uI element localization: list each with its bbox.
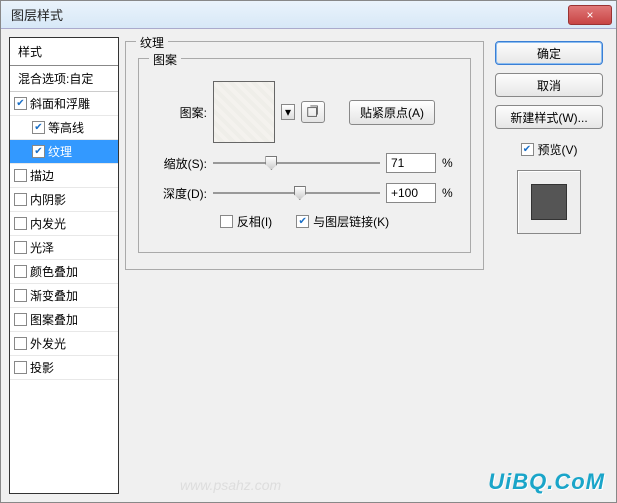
preview-checkbox[interactable]: 预览(V) [521,141,578,158]
style-item-label: 投影 [30,359,54,376]
checkbox-icon[interactable] [14,313,27,326]
invert-checkbox[interactable]: 反相(I) [220,213,272,230]
texture-legend: 纹理 [136,34,168,51]
pattern-label: 图案: [151,104,207,121]
scale-slider[interactable] [213,154,380,172]
style-item[interactable]: 渐变叠加 [10,284,118,308]
checkbox-icon [296,215,309,228]
pattern-legend: 图案 [149,51,181,68]
checkbox-icon[interactable] [14,289,27,302]
pattern-dropdown-button[interactable]: ▾ [281,104,295,120]
link-label: 与图层链接(K) [313,213,389,230]
preview-swatch [517,170,581,234]
slider-thumb[interactable] [265,156,277,170]
depth-row: 深度(D): % [151,183,458,203]
right-pane: 确定 取消 新建样式(W)... 预览(V) [490,37,608,494]
style-list: 斜面和浮雕等高线纹理描边内阴影内发光光泽颜色叠加渐变叠加图案叠加外发光投影 [10,92,118,493]
style-sidebar: 样式 混合选项:自定 斜面和浮雕等高线纹理描边内阴影内发光光泽颜色叠加渐变叠加图… [9,37,119,494]
style-item-label: 等高线 [48,119,84,136]
style-item-label: 纹理 [48,143,72,160]
scale-input[interactable] [386,153,436,173]
style-item-label: 内发光 [30,215,66,232]
scale-unit: % [442,156,458,170]
style-item-label: 光泽 [30,239,54,256]
style-item[interactable]: 光泽 [10,236,118,260]
dialog-title: 图层样式 [11,5,568,24]
checkbox-icon [521,143,534,156]
close-button[interactable]: × [568,5,612,25]
checkbox-icon [220,215,233,228]
style-item-label: 渐变叠加 [30,287,78,304]
checkbox-icon[interactable] [14,193,27,206]
slider-thumb[interactable] [294,186,306,200]
ok-button[interactable]: 确定 [495,41,603,65]
checkbox-icon[interactable] [14,241,27,254]
style-item-label: 颜色叠加 [30,263,78,280]
new-preset-icon [306,105,320,119]
checkbox-icon[interactable] [32,145,45,158]
dialog-body: 样式 混合选项:自定 斜面和浮雕等高线纹理描边内阴影内发光光泽颜色叠加渐变叠加图… [1,29,616,502]
style-item[interactable]: 内阴影 [10,188,118,212]
pattern-subgroup: 图案 图案: ▾ 贴紧原点(A) 缩放(S): [138,58,471,253]
checkbox-icon[interactable] [14,97,27,110]
pattern-row: 图案: ▾ 贴紧原点(A) [151,81,458,143]
titlebar[interactable]: 图层样式 × [1,1,616,29]
checkbox-icon[interactable] [14,361,27,374]
depth-label: 深度(D): [151,185,207,202]
options-row: 反相(I) 与图层链接(K) [151,213,458,230]
depth-slider[interactable] [213,184,380,202]
checkbox-icon[interactable] [14,265,27,278]
new-style-button[interactable]: 新建样式(W)... [495,105,603,129]
blend-options[interactable]: 混合选项:自定 [10,66,118,92]
pattern-swatch[interactable] [213,81,275,143]
cancel-button[interactable]: 取消 [495,73,603,97]
style-item-label: 内阴影 [30,191,66,208]
sidebar-header[interactable]: 样式 [10,38,118,66]
scale-row: 缩放(S): % [151,153,458,173]
depth-input[interactable] [386,183,436,203]
snap-origin-button[interactable]: 贴紧原点(A) [349,100,435,125]
style-item-label: 描边 [30,167,54,184]
checkbox-icon[interactable] [14,217,27,230]
close-icon: × [586,8,593,22]
style-item[interactable]: 颜色叠加 [10,260,118,284]
settings-panel: 纹理 图案 图案: ▾ 贴紧原点(A) [125,37,484,494]
style-item[interactable]: 图案叠加 [10,308,118,332]
style-item[interactable]: 内发光 [10,212,118,236]
style-item-label: 斜面和浮雕 [30,95,90,112]
link-layer-checkbox[interactable]: 与图层链接(K) [296,213,389,230]
style-item-label: 外发光 [30,335,66,352]
style-item[interactable]: 纹理 [10,140,118,164]
depth-unit: % [442,186,458,200]
preview-label: 预览(V) [538,141,578,158]
new-pattern-button[interactable] [301,101,325,123]
checkbox-icon[interactable] [32,121,45,134]
layer-style-dialog: 图层样式 × 样式 混合选项:自定 斜面和浮雕等高线纹理描边内阴影内发光光泽颜色… [0,0,617,503]
invert-label: 反相(I) [237,213,272,230]
checkbox-icon[interactable] [14,169,27,182]
preview-inner [531,184,567,220]
style-item-label: 图案叠加 [30,311,78,328]
style-item[interactable]: 外发光 [10,332,118,356]
style-item[interactable]: 描边 [10,164,118,188]
chevron-down-icon: ▾ [285,105,291,119]
style-item[interactable]: 等高线 [10,116,118,140]
style-item[interactable]: 斜面和浮雕 [10,92,118,116]
scale-label: 缩放(S): [151,155,207,172]
checkbox-icon[interactable] [14,337,27,350]
texture-group: 纹理 图案 图案: ▾ 贴紧原点(A) [125,41,484,270]
style-item[interactable]: 投影 [10,356,118,380]
slider-track [213,162,380,164]
